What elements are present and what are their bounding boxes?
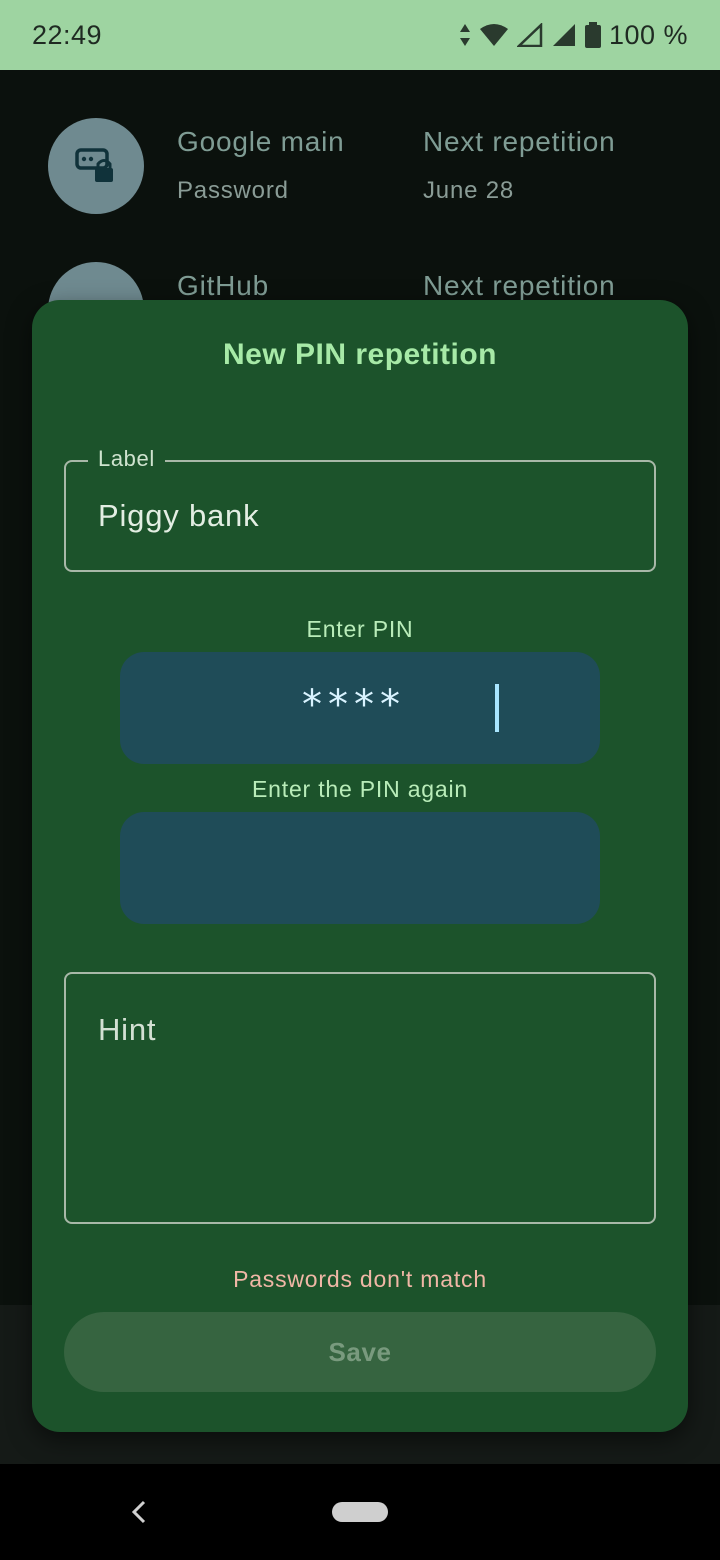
next-repetition-label: Next repetition — [423, 126, 616, 157]
label-field-legend: Label — [88, 446, 165, 472]
hint-field[interactable]: Hint — [64, 972, 656, 1224]
hint-placeholder: Hint — [98, 1012, 157, 1047]
save-button[interactable]: Save — [64, 1312, 656, 1392]
status-time: 22:49 — [32, 19, 103, 50]
next-repetition-date: June 28 — [423, 177, 515, 204]
enter-pin-again-caption: Enter the PIN again — [252, 776, 468, 802]
pin-input-value: **** — [302, 682, 406, 728]
label-field-value: Piggy bank — [98, 498, 260, 533]
status-bar: 22:49 100 % — [0, 0, 720, 70]
list-item[interactable]: Google main Password Next repetition Jun… — [0, 70, 720, 214]
list-item-subtitle: Password — [177, 177, 289, 204]
text-cursor — [495, 684, 499, 732]
label-field[interactable]: Label Piggy bank — [64, 446, 656, 572]
new-pin-dialog: New PIN repetition Label Piggy bank Ente… — [32, 300, 688, 1432]
pin-confirm-input[interactable] — [120, 812, 600, 924]
signal-icon — [552, 24, 575, 46]
enter-pin-caption: Enter PIN — [306, 616, 414, 642]
navigation-bar — [0, 1464, 720, 1560]
home-pill[interactable] — [332, 1502, 388, 1522]
password-lock-icon — [48, 118, 144, 214]
back-icon[interactable] — [128, 1498, 150, 1526]
signal-icon — [516, 23, 543, 47]
battery-icon — [584, 22, 601, 48]
screen: 22:49 100 % Google main Password Next re… — [0, 0, 720, 1560]
next-repetition-label: Next repetition — [423, 270, 616, 301]
error-message: Passwords don't match — [233, 1266, 487, 1292]
battery-percent: 100 % — [608, 19, 688, 50]
dialog-title: New PIN repetition — [222, 338, 498, 371]
wifi-icon — [479, 24, 508, 46]
list-item-title: Google main — [177, 126, 345, 157]
status-icons: 100 % — [459, 20, 688, 51]
list-item-title: GitHub — [177, 270, 269, 301]
pin-input[interactable]: **** — [120, 652, 600, 764]
data-arrows-icon — [459, 24, 470, 46]
